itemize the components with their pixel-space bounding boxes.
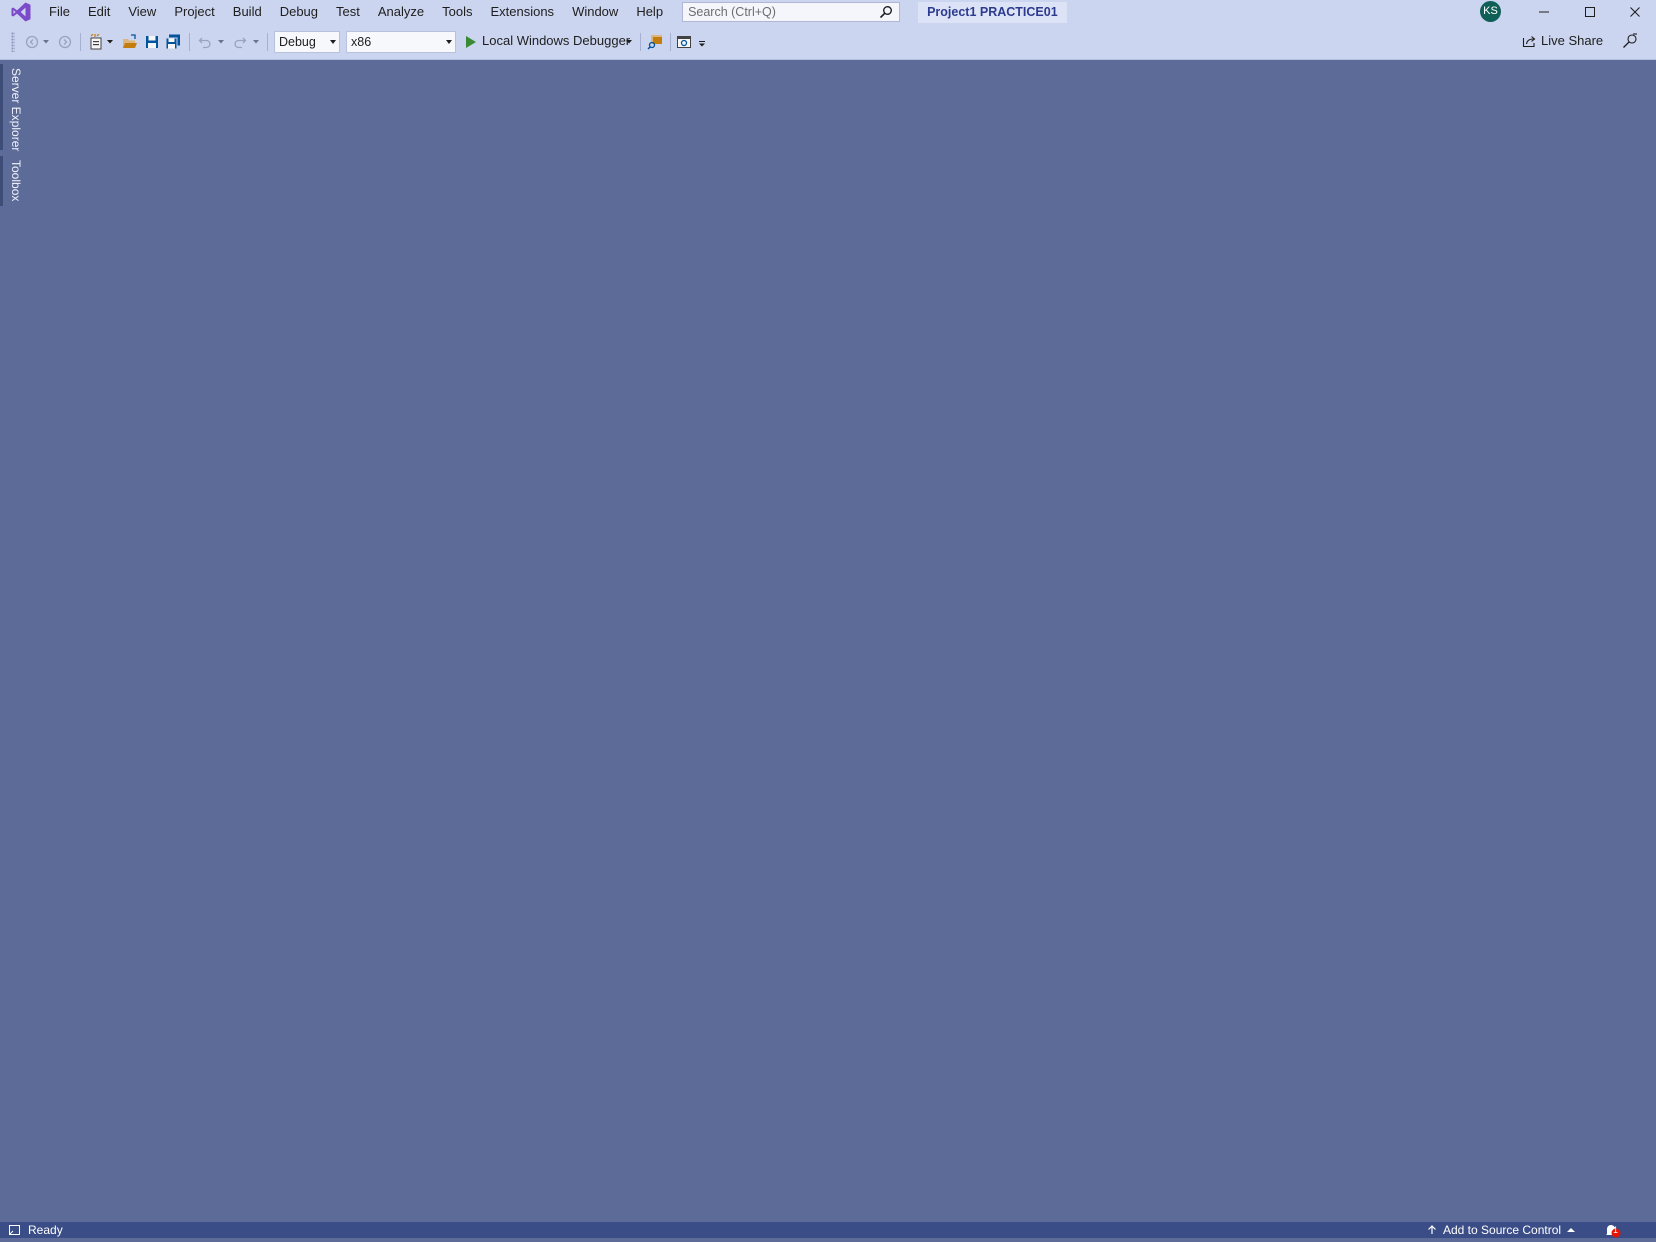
navigate-back-dropdown-icon[interactable]: [42, 38, 50, 46]
menu-view[interactable]: View: [119, 0, 165, 24]
menu-file[interactable]: File: [40, 0, 79, 24]
undo-dropdown-icon[interactable]: [217, 38, 225, 46]
menu-project[interactable]: Project: [165, 0, 223, 24]
save-all-icon[interactable]: [164, 33, 182, 51]
add-to-source-control-button[interactable]: Add to Source Control: [1427, 1222, 1576, 1238]
solution-platform-select[interactable]: x86: [346, 31, 456, 53]
open-file-icon[interactable]: [121, 33, 139, 51]
server-explorer-tab[interactable]: Server Explorer: [0, 64, 24, 152]
status-ready-text: Ready: [28, 1223, 63, 1237]
new-project-dropdown-icon[interactable]: [106, 38, 114, 46]
toolbox-label: Toolbox: [9, 160, 23, 202]
menu-window[interactable]: Window: [563, 0, 627, 24]
menu-edit[interactable]: Edit: [79, 0, 119, 24]
redo-icon[interactable]: [231, 33, 249, 51]
chevron-down-icon: [330, 40, 336, 44]
feedback-icon[interactable]: [1621, 32, 1639, 50]
toolbox-tab[interactable]: Toolbox: [0, 156, 24, 206]
share-icon: [1522, 35, 1536, 47]
toolbar-options-icon[interactable]: [697, 40, 707, 48]
live-share-button[interactable]: Live Share: [1522, 33, 1603, 48]
notification-count-badge: 1: [1613, 1225, 1619, 1235]
start-debugging-icon[interactable]: [464, 34, 478, 50]
chevron-down-icon: [446, 40, 452, 44]
maximize-button[interactable]: [1567, 0, 1613, 24]
account-avatar[interactable]: KS: [1480, 1, 1501, 22]
save-icon[interactable]: [143, 33, 161, 51]
standard-toolbar: Debug x86 Local Windows Debugger Live Sh…: [0, 24, 1656, 60]
visual-studio-logo-icon[interactable]: [10, 1, 32, 23]
menu-build[interactable]: Build: [224, 0, 271, 24]
chevron-up-icon: [1567, 1228, 1576, 1232]
menu-extensions[interactable]: Extensions: [481, 0, 563, 24]
menu-tools[interactable]: Tools: [433, 0, 481, 24]
solution-title: Project1 PRACTICE01: [918, 1, 1067, 23]
toolbar-separator: [640, 33, 641, 51]
menu-help[interactable]: Help: [627, 0, 672, 24]
toolbar-separator: [189, 33, 190, 51]
notifications-button[interactable]: 1: [1603, 1223, 1623, 1242]
navigate-back-icon[interactable]: [24, 34, 40, 50]
toolbar-separator: [80, 33, 81, 51]
browser-link-icon[interactable]: [675, 33, 693, 51]
toolbar-separator: [670, 33, 671, 51]
document-well: [24, 60, 1656, 1222]
undo-icon[interactable]: [196, 33, 214, 51]
close-button[interactable]: [1612, 0, 1656, 24]
find-in-files-icon[interactable]: [646, 33, 664, 51]
add-to-source-control-label: Add to Source Control: [1443, 1223, 1562, 1237]
start-debugging-button[interactable]: Local Windows Debugger: [482, 33, 630, 48]
menu-test[interactable]: Test: [327, 0, 369, 24]
solution-platform-value: x86: [351, 35, 372, 49]
live-share-label: Live Share: [1541, 33, 1604, 48]
search-icon[interactable]: [879, 5, 893, 19]
arrow-up-icon: [1428, 1225, 1436, 1234]
search-placeholder: Search (Ctrl+Q): [688, 5, 776, 19]
new-project-icon[interactable]: [87, 33, 105, 51]
redo-dropdown-icon[interactable]: [252, 38, 260, 46]
menu-analyze[interactable]: Analyze: [369, 0, 433, 24]
toolbar-grip[interactable]: [11, 32, 15, 52]
minimize-button[interactable]: [1521, 0, 1567, 24]
navigate-forward-icon[interactable]: [57, 34, 73, 50]
solution-configuration-select[interactable]: Debug: [274, 31, 340, 53]
search-input[interactable]: Search (Ctrl+Q): [682, 2, 901, 22]
server-explorer-label: Server Explorer: [9, 68, 23, 152]
title-menu-bar: File Edit View Project Build Debug Test …: [0, 0, 1656, 24]
debug-target-dropdown-icon[interactable]: [625, 38, 633, 46]
toolbar-separator: [267, 33, 268, 51]
menu-debug[interactable]: Debug: [271, 0, 327, 24]
solution-configuration-value: Debug: [279, 35, 316, 49]
status-bar: Ready Add to Source Control 1: [0, 1222, 1656, 1238]
